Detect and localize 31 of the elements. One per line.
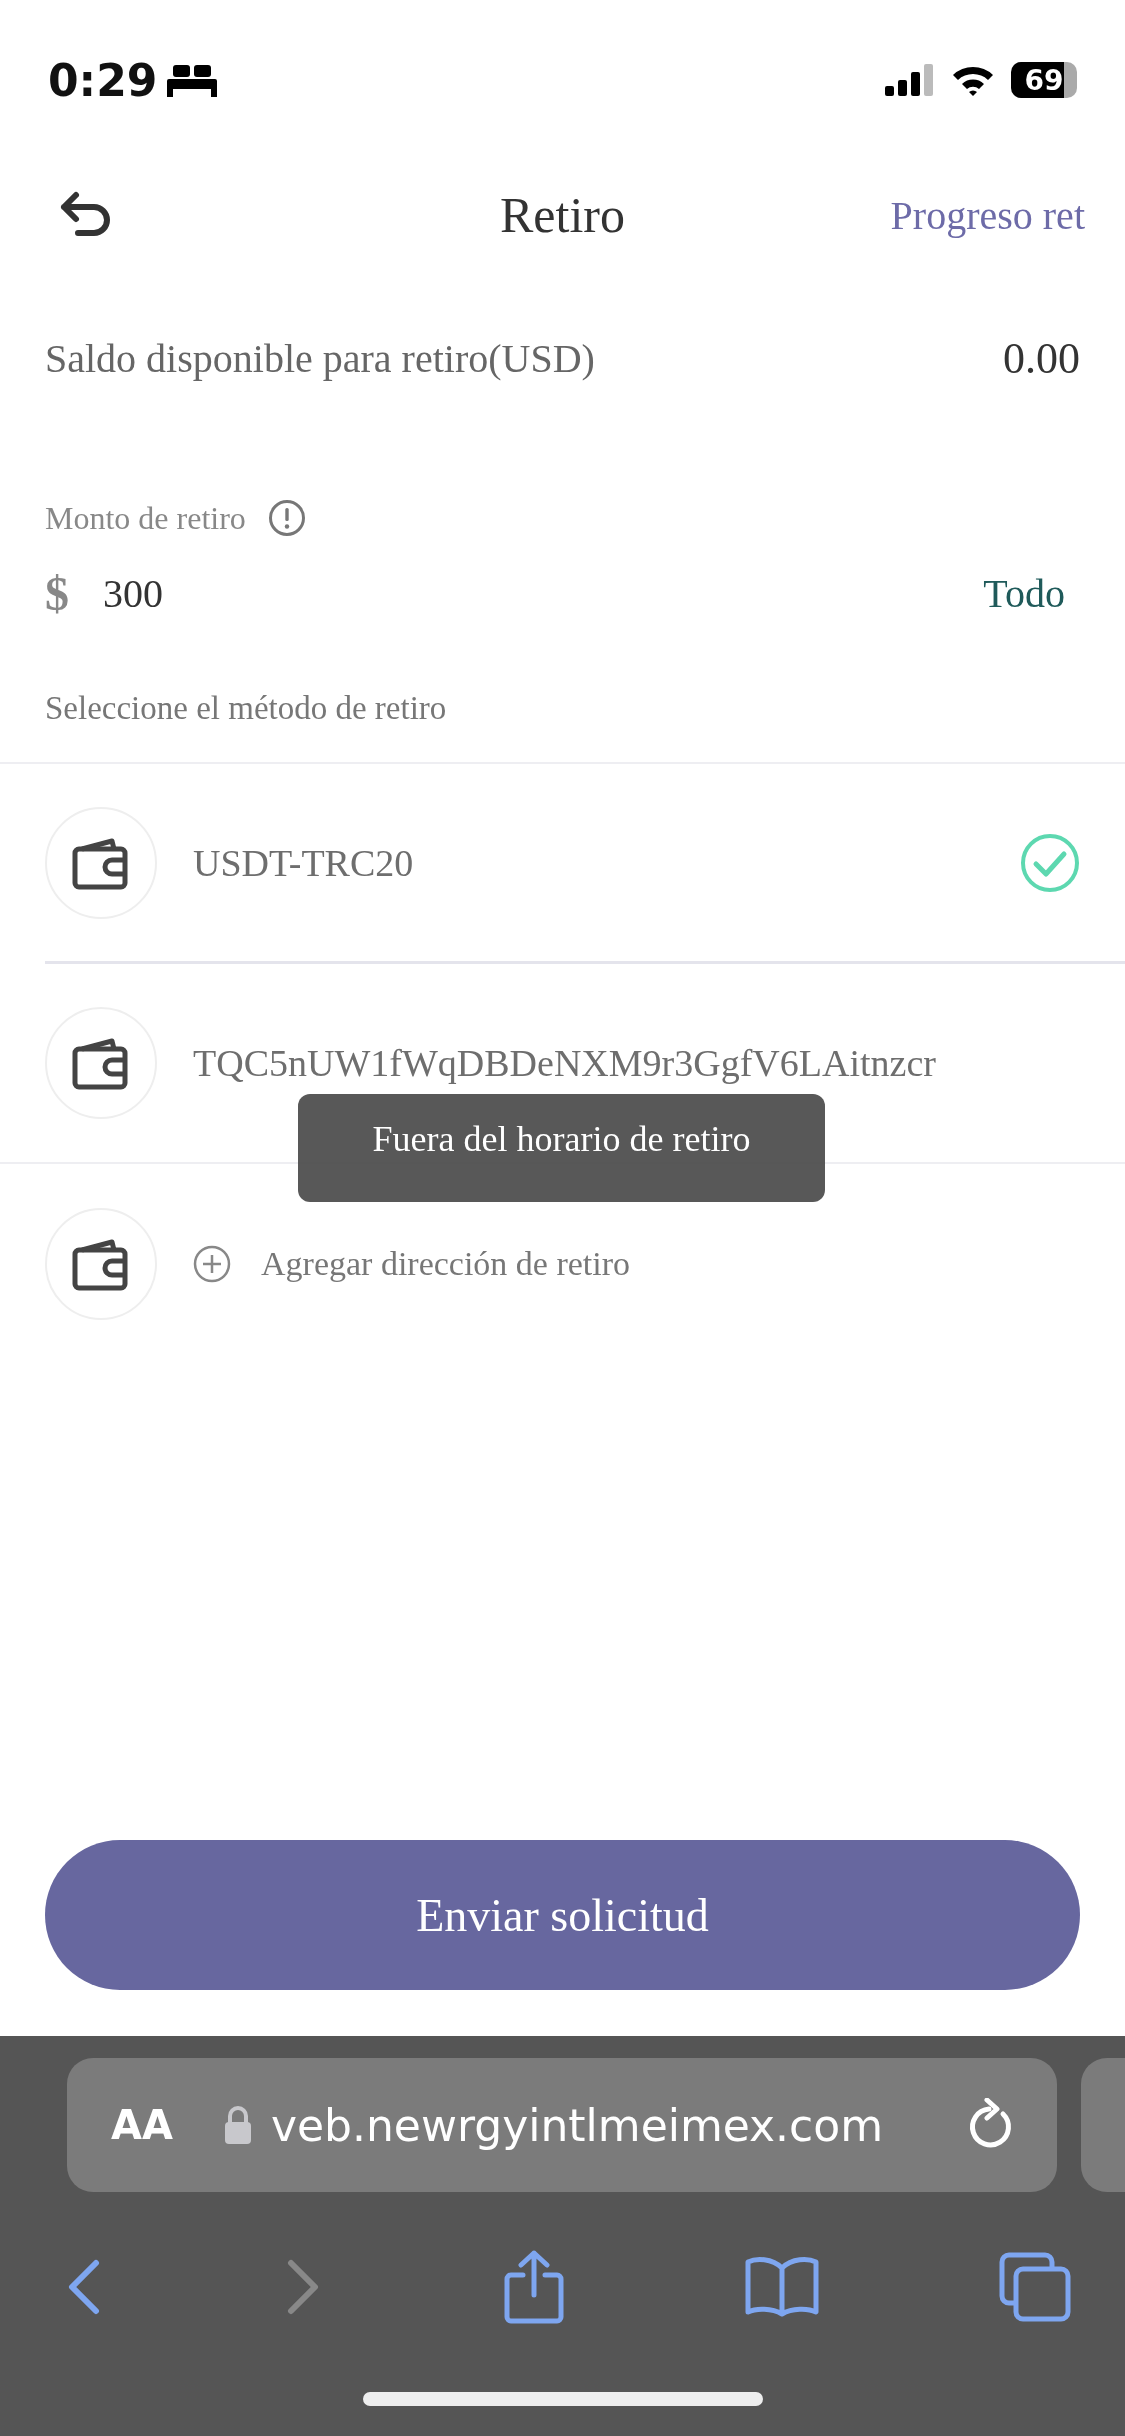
message-toast: Fuera del horario de retiro	[298, 1094, 825, 1202]
info-icon[interactable]	[267, 499, 306, 537]
signal-icon	[885, 64, 935, 96]
amount-field[interactable]: 300	[103, 569, 984, 617]
status-time: 0:29	[48, 54, 158, 106]
balance-label: Saldo disponible para retiro(USD)	[45, 334, 595, 382]
balance-value: 0.00	[1003, 332, 1080, 384]
method-row[interactable]: USDT-TRC20	[45, 764, 1125, 964]
url-text: veb.newrgyintlmeimex.com	[270, 2099, 885, 2151]
add-address-label: Agregar dirección de retiro	[261, 1245, 631, 1283]
submit-button[interactable]: Enviar solicitud	[45, 1840, 1080, 1990]
currency-symbol: $	[45, 565, 70, 621]
method-label: TQC5nUW1fWqDBDeNXM9r3GgfV6LAitnzcr	[193, 1041, 937, 1085]
all-button[interactable]: Todo	[983, 569, 1080, 617]
text-size-button[interactable]: AA	[111, 2102, 173, 2148]
progress-link[interactable]: Progreso ret	[890, 191, 1085, 239]
share-icon[interactable]	[502, 2249, 565, 2325]
amount-label: Monto de retiro	[45, 499, 246, 537]
battery-icon: 69	[1011, 62, 1077, 98]
book-icon[interactable]	[743, 2256, 820, 2318]
wifi-icon	[951, 64, 995, 96]
bed-icon	[167, 63, 218, 97]
method-section-title: Seleccione el método de retiro	[0, 638, 1125, 764]
method-label: USDT-TRC20	[193, 840, 415, 885]
page-title: Retiro	[500, 186, 625, 244]
plus-icon	[193, 1245, 231, 1283]
tabs-icon[interactable]	[999, 2252, 1071, 2322]
next-tab-preview[interactable]	[1081, 2058, 1125, 2192]
address-bar[interactable]: AA veb.newrgyintlmeimex.com	[67, 2058, 1057, 2192]
lock-icon	[222, 2105, 253, 2145]
check-icon	[1020, 832, 1080, 893]
